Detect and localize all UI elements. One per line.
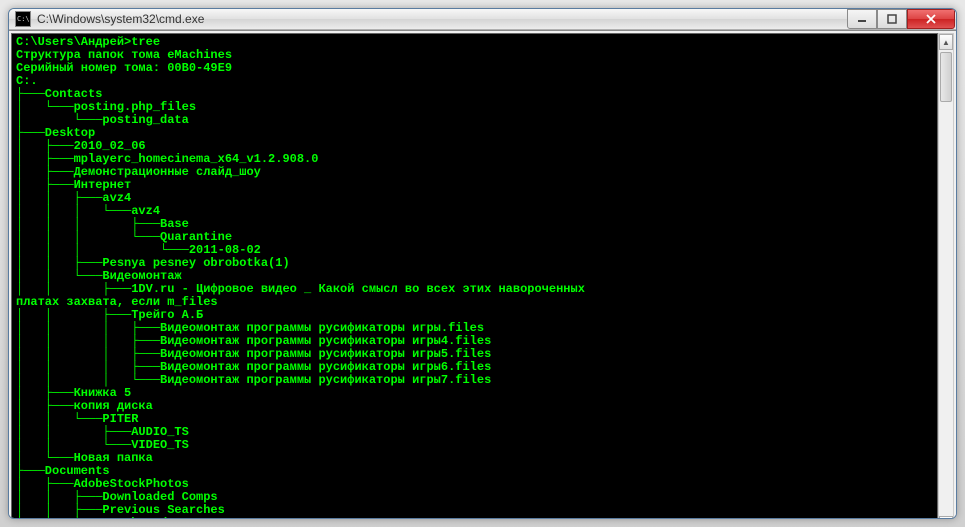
client-area: C:\Users\Андрей>tree Структура папок том…: [9, 30, 956, 519]
close-button[interactable]: [907, 9, 955, 29]
vertical-scrollbar[interactable]: ▲ ▼: [938, 33, 954, 519]
maximize-button[interactable]: [877, 9, 907, 29]
minimize-button[interactable]: [847, 9, 877, 29]
vertical-scroll-thumb[interactable]: [940, 52, 952, 102]
titlebar[interactable]: C:\Windows\system32\cmd.exe: [9, 9, 956, 30]
cmd-icon: [15, 11, 31, 27]
window-controls: [847, 9, 955, 29]
scroll-down-button[interactable]: ▼: [939, 516, 953, 519]
window-title: C:\Windows\system32\cmd.exe: [37, 12, 847, 26]
minimize-icon: [857, 14, 867, 24]
console-output[interactable]: C:\Users\Андрей>tree Структура папок том…: [11, 33, 938, 519]
cmd-window: C:\Windows\system32\cmd.exe C:\Users\Анд…: [8, 8, 957, 519]
maximize-icon: [887, 14, 897, 24]
scroll-up-button[interactable]: ▲: [939, 34, 953, 50]
close-icon: [926, 14, 936, 24]
